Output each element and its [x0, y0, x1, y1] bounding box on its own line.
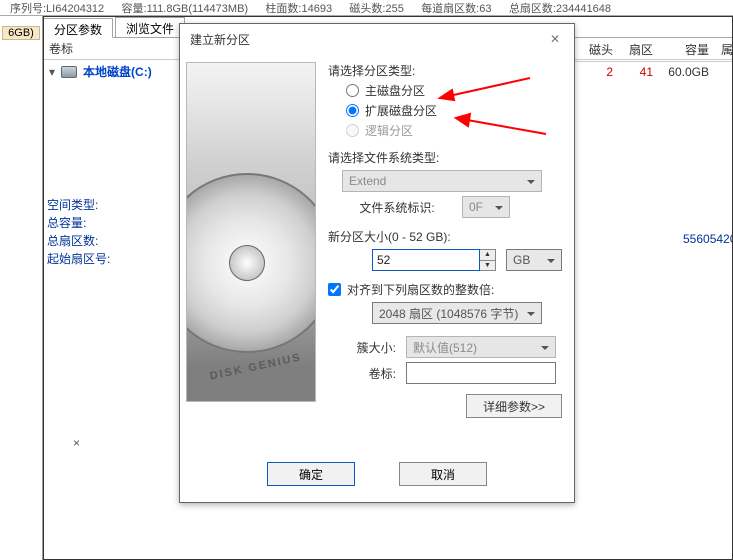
sectors-value: 41 [613, 65, 653, 79]
fs-type-combo: Extend [342, 170, 542, 192]
disk-genius-label: DISK GENIUS [209, 351, 303, 382]
size-spinner[interactable]: ▲▼ [480, 249, 496, 271]
fs-id-label: 文件系统标识: [342, 199, 452, 216]
tab-label: 分区参数 [54, 23, 102, 37]
fs-id-value: 0F [469, 200, 483, 214]
radio-primary-input[interactable] [346, 84, 359, 97]
col-sectors: 扇区 [613, 41, 653, 58]
fs-id-combo: 0F [462, 196, 510, 218]
align-value: 2048 扇区 (1048576 字节) [379, 305, 518, 322]
section-partition-type: 请选择分区类型: [328, 62, 562, 79]
prop-start-sector: 起始扇区号: [47, 250, 110, 268]
col-heads: 磁头 [573, 41, 613, 58]
serial-number: 序列号:LI64204312 [10, 3, 104, 15]
capacity-info: 容量:111.8GB(114473MB) [122, 3, 249, 15]
status-strip: 序列号:LI64204312 容量:111.8GB(114473MB) 柱面数:… [0, 0, 733, 16]
volume-label-label: 卷标: [342, 365, 396, 382]
spt-info: 每道扇区数:63 [421, 3, 491, 15]
sectors-info: 总扇区数:234441648 [509, 3, 611, 15]
ok-label: 确定 [299, 466, 323, 483]
radio-logical: 逻辑分区 [346, 122, 562, 139]
advanced-params-button[interactable]: 详细参数>> [466, 394, 562, 418]
size-label: 新分区大小(0 - 52 GB): [328, 228, 562, 245]
tab-label: 浏览文件 [126, 22, 174, 36]
volume-label: 本地磁盘(C:) [83, 63, 152, 80]
prop-total-sectors: 总扇区数: [47, 232, 110, 250]
col-volume-label: 卷标 [49, 40, 73, 57]
size-unit-value: GB [513, 253, 530, 267]
tab-browse-files[interactable]: 浏览文件 [115, 17, 185, 37]
col-capacity: 容量 [653, 41, 709, 58]
property-labels: 空间类型: 总容量: 总扇区数: 起始扇区号: [47, 196, 110, 268]
cluster-value: 默认值(512) [413, 339, 477, 356]
cluster-label: 簇大小: [342, 339, 396, 356]
radio-primary[interactable]: 主磁盘分区 [346, 82, 562, 99]
side-illustration: DISK GENIUS [186, 62, 316, 402]
dialog-title: 建立新分区 [190, 31, 250, 48]
heads-info: 磁头数:255 [349, 3, 403, 15]
cylinders-info: 柱面数:14693 [265, 3, 332, 15]
col-attrs: 属 [709, 41, 733, 58]
tree-toggle[interactable]: ▾ [49, 65, 55, 79]
volume-data-row: 2 41 60.0GB [573, 62, 733, 82]
cancel-label: 取消 [431, 466, 455, 483]
align-value-combo[interactable]: 2048 扇区 (1048576 字节) [372, 302, 542, 324]
radio-primary-label: 主磁盘分区 [365, 82, 425, 99]
chevron-up-icon[interactable]: ▲ [480, 250, 495, 261]
radio-extended-label: 扩展磁盘分区 [365, 102, 437, 119]
size-field: ▲▼ [372, 249, 496, 271]
left-tree-stub: 6GB) [0, 16, 43, 560]
prop-space-type: 空间类型: [47, 196, 110, 214]
align-checkbox-row[interactable]: 对齐到下列扇区数的整数倍: [328, 281, 562, 298]
size-input[interactable] [372, 249, 480, 271]
advanced-params-label: 详细参数>> [483, 398, 545, 415]
dialog-titlebar: 建立新分区 ✕ [180, 24, 574, 54]
radio-extended-input[interactable] [346, 104, 359, 117]
align-label: 对齐到下列扇区数的整数倍: [347, 281, 494, 298]
disk-size-badge: 6GB) [2, 26, 40, 40]
chevron-down-icon[interactable]: ▼ [480, 261, 495, 271]
capacity-value: 60.0GB [653, 65, 709, 79]
size-unit-combo[interactable]: GB [506, 249, 562, 271]
cluster-combo: 默认值(512) [406, 336, 556, 358]
tab-partition-params[interactable]: 分区参数 [43, 18, 113, 38]
radio-logical-label: 逻辑分区 [365, 122, 413, 139]
prop-total-capacity: 总容量: [47, 214, 110, 232]
cancel-button[interactable]: 取消 [399, 462, 487, 486]
right-columns: 磁头 扇区 容量 属 2 41 60.0GB [573, 38, 733, 82]
disk-icon [61, 66, 77, 78]
fs-type-value: Extend [349, 174, 386, 188]
prop-value-right: 55605420033 [683, 232, 733, 246]
heads-value: 2 [573, 65, 613, 79]
align-checkbox[interactable] [328, 283, 341, 296]
radio-logical-input [346, 124, 359, 137]
volume-label-input[interactable] [406, 362, 556, 384]
create-partition-dialog: 建立新分区 ✕ DISK GENIUS 请选择分区类型: 主磁盘分区 扩展磁盘分… [179, 23, 575, 503]
close-icon[interactable]: ✕ [546, 30, 564, 48]
radio-extended[interactable]: 扩展磁盘分区 [346, 102, 562, 119]
section-filesystem: 请选择文件系统类型: [328, 149, 562, 166]
ok-button[interactable]: 确定 [267, 462, 355, 486]
collapse-handle[interactable]: × [73, 436, 80, 450]
